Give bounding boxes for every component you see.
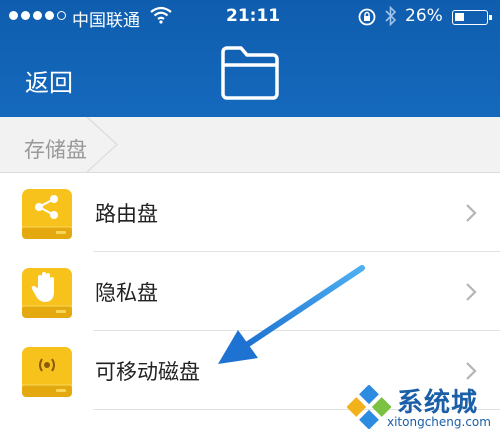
- drive-label: 路由盘: [95, 202, 158, 226]
- chevron-right-icon: [466, 204, 477, 222]
- watermark-url: xitongcheng.com: [387, 415, 491, 429]
- breadcrumb: 存储盘: [0, 117, 500, 173]
- wifi-icon: [150, 6, 172, 24]
- drive-label: 可移动磁盘: [95, 360, 200, 384]
- folder-icon: [221, 46, 279, 100]
- carrier-name: 中国联通: [72, 11, 140, 31]
- wireless-icon: [22, 347, 72, 397]
- status-time: 21:11: [226, 6, 281, 26]
- status-bar: 中国联通 21:11 26%: [0, 0, 500, 34]
- share-icon: [22, 189, 72, 239]
- signal-dots-icon: [9, 11, 66, 20]
- breadcrumb-separator-icon: [86, 117, 118, 172]
- battery-icon: [452, 10, 492, 25]
- hand-icon: [22, 268, 72, 318]
- bluetooth-icon: [385, 5, 397, 27]
- windows-logo-icon: [347, 385, 391, 429]
- drive-list: 路由盘 隐私盘 可移动磁盘: [0, 173, 500, 410]
- app-header: 中国联通 21:11 26% 返回: [0, 0, 500, 117]
- chevron-right-icon: [466, 362, 477, 380]
- breadcrumb-item-storage[interactable]: 存储盘: [24, 134, 87, 164]
- watermark-text: 系统城: [397, 388, 479, 418]
- battery-percent: 26%: [405, 6, 443, 26]
- rotation-lock-icon: [358, 8, 376, 26]
- chevron-right-icon: [466, 283, 477, 301]
- drive-row-private[interactable]: 隐私盘: [0, 252, 500, 331]
- drive-row-router[interactable]: 路由盘: [0, 173, 500, 252]
- drive-label: 隐私盘: [95, 281, 158, 305]
- back-button[interactable]: 返回: [25, 63, 73, 98]
- watermark: 系统城 xitongcheng.com: [345, 382, 500, 435]
